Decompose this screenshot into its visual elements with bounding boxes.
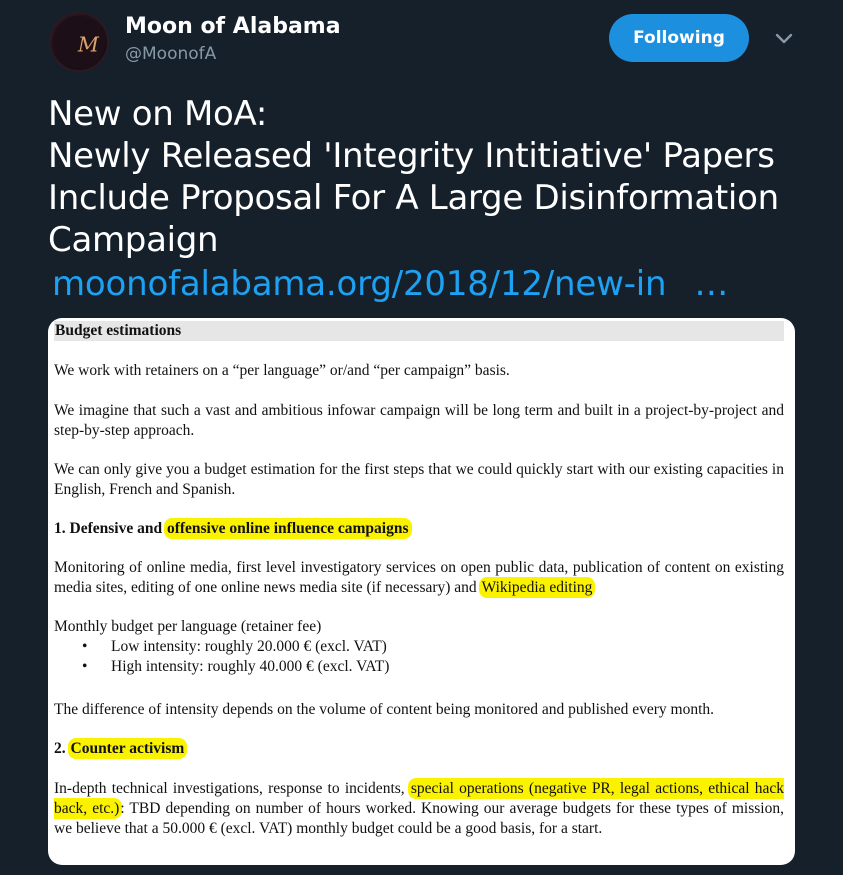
document-paragraph: We work with retainers on a “per languag… — [54, 362, 510, 379]
paragraph-text: : TBD depending on number of hours worke… — [54, 800, 784, 837]
tweet-text-line: Campaign — [48, 220, 219, 260]
display-name[interactable]: Moon of Alabama — [125, 13, 341, 41]
paragraph-text: Monitoring of online media, first level … — [54, 559, 784, 596]
list-item: Low intensity: roughly 20.000 € (excl. V… — [54, 637, 784, 657]
budget-list: Low intensity: roughly 20.000 € (excl. V… — [54, 637, 784, 677]
highlight-wikipedia-editing: Wikipedia editing — [478, 577, 596, 598]
document-paragraph: In-depth technical investigations, respo… — [54, 778, 784, 839]
article-link-text: moonofalabama.org/2018/12/new-in — [52, 264, 667, 304]
attached-document-image[interactable]: Budget estimations We work with retainer… — [48, 318, 795, 865]
user-handle[interactable]: @MoonofA — [125, 43, 216, 65]
section-1-prefix: 1. Defensive and — [54, 520, 163, 537]
link-ellipsis: … — [694, 264, 729, 304]
paragraph-text: In-depth technical investigations, respo… — [54, 780, 405, 797]
budget-label: Monthly budget per language (retainer fe… — [54, 618, 322, 635]
document-heading: Budget estimations — [54, 321, 784, 341]
document-paragraph: The difference of intensity depends on t… — [54, 701, 715, 718]
tweet-text-line: Include Proposal For A Large Disinformat… — [48, 178, 779, 218]
tweet-text-line: New on MoA: — [48, 94, 268, 134]
document-paragraph: We can only give you a budget estimation… — [54, 461, 784, 498]
tweet-text: New on MoA: Newly Released 'Integrity In… — [48, 93, 818, 261]
avatar[interactable]: M — [49, 12, 109, 72]
following-button[interactable]: Following — [609, 14, 749, 62]
document-paragraph: We imagine that such a vast and ambitiou… — [54, 402, 784, 439]
highlight-offensive-campaigns: offensive online influence campaigns — [163, 518, 412, 539]
tweet-text-line: Newly Released 'Integrity Intitiative' P… — [48, 136, 775, 176]
section-heading-1: 1. Defensive and offensive online influe… — [54, 518, 784, 539]
tweet-card: M Moon of Alabama @MoonofA Following New… — [0, 0, 843, 875]
article-link[interactable]: moonofalabama.org/2018/12/new-in … — [52, 262, 728, 306]
section-heading-2: 2. Counter activism — [54, 738, 784, 759]
highlight-counter-activism: Counter activism — [67, 738, 188, 759]
list-item: High intensity: roughly 40.000 € (excl. … — [54, 657, 784, 677]
document-paragraph: Monitoring of online media, first level … — [54, 558, 784, 598]
avatar-moon-logo-icon: M — [52, 15, 106, 69]
section-2-prefix: 2. — [54, 740, 66, 757]
chevron-down-icon[interactable] — [773, 30, 795, 46]
svg-text:M: M — [77, 32, 100, 56]
